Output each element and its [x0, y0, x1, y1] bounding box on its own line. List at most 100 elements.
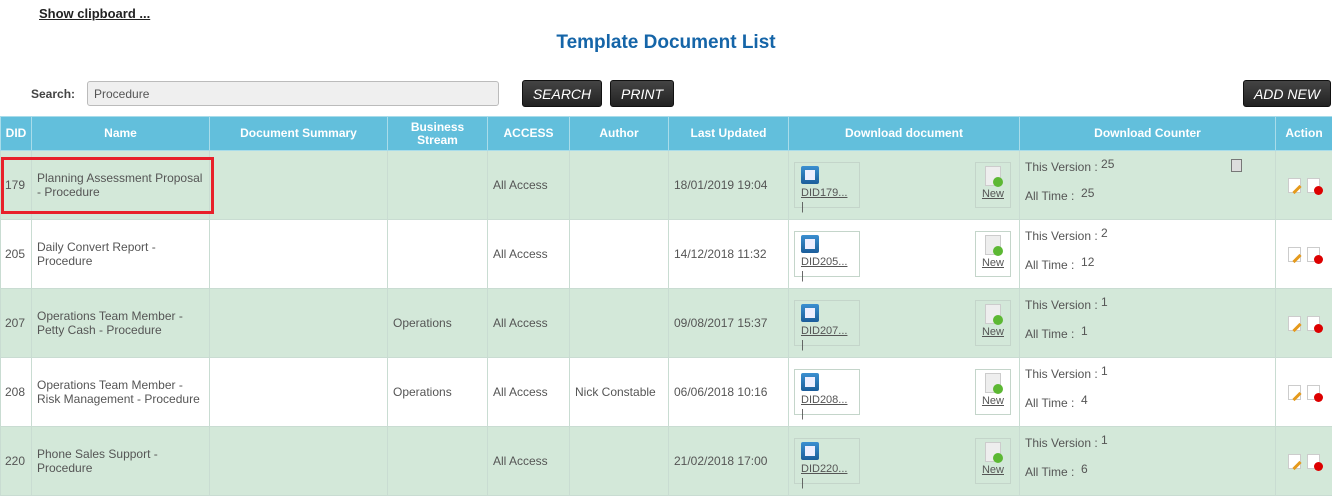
this-version-label: This Version :: [1025, 229, 1098, 243]
word-doc-icon: [801, 304, 819, 322]
this-version-count: 1: [1101, 433, 1108, 447]
did-cell: 179: [1, 151, 32, 220]
new-link[interactable]: New: [982, 326, 1004, 338]
all-time-label: All Time :: [1025, 258, 1074, 272]
show-clipboard-link[interactable]: Show clipboard ...: [39, 6, 150, 21]
download-link[interactable]: DID205... |: [801, 256, 847, 282]
new-version-button[interactable]: New: [975, 162, 1011, 208]
column-header[interactable]: Business Stream: [388, 117, 488, 151]
new-link[interactable]: New: [982, 257, 1004, 269]
delete-icon[interactable]: [1307, 454, 1320, 469]
stream-cell: [388, 427, 488, 496]
download-cell: DID205... | New: [789, 220, 1020, 289]
this-version-count: 2: [1101, 226, 1108, 240]
all-time-count: 1: [1081, 324, 1088, 338]
search-button[interactable]: SEARCH: [522, 80, 602, 107]
delete-icon[interactable]: [1307, 316, 1320, 331]
new-doc-icon: [985, 166, 1001, 186]
download-document[interactable]: DID179... |: [794, 162, 860, 208]
access-cell: All Access: [488, 220, 570, 289]
updated-cell: 06/06/2018 10:16: [669, 358, 789, 427]
new-doc-icon: [985, 304, 1001, 324]
column-header[interactable]: Download document: [789, 117, 1020, 151]
name-cell: Daily Convert Report - Procedure: [32, 220, 210, 289]
new-link[interactable]: New: [982, 464, 1004, 476]
edit-icon[interactable]: [1288, 454, 1301, 469]
table-row: 208 Operations Team Member - Risk Manage…: [1, 358, 1332, 427]
this-version-label: This Version :: [1025, 298, 1098, 312]
all-time-label: All Time :: [1025, 465, 1074, 479]
author-cell: [570, 289, 669, 358]
action-cell: [1276, 358, 1332, 427]
word-doc-icon: [801, 442, 819, 460]
all-time-label: All Time :: [1025, 189, 1074, 203]
column-header[interactable]: DID: [1, 117, 32, 151]
counter-cell: This Version : 1 All Time : 6: [1020, 427, 1276, 496]
delete-icon[interactable]: [1307, 385, 1320, 400]
download-document[interactable]: DID208... |: [794, 369, 860, 415]
column-header[interactable]: Name: [32, 117, 210, 151]
search-input[interactable]: [87, 81, 499, 106]
download-link[interactable]: DID208... |: [801, 394, 847, 420]
this-version-count: 25: [1101, 157, 1114, 171]
action-cell: [1276, 289, 1332, 358]
column-header[interactable]: Download Counter: [1020, 117, 1276, 151]
edit-icon[interactable]: [1288, 178, 1301, 193]
table-row: 220 Phone Sales Support - Procedure All …: [1, 427, 1332, 496]
all-time-count: 4: [1081, 393, 1088, 407]
did-cell: 208: [1, 358, 32, 427]
author-cell: [570, 427, 669, 496]
word-doc-icon: [801, 166, 819, 184]
stream-cell: Operations: [388, 358, 488, 427]
summary-cell: [210, 358, 388, 427]
all-time-label: All Time :: [1025, 327, 1074, 341]
new-version-button[interactable]: New: [975, 231, 1011, 277]
all-time-count: 25: [1081, 186, 1094, 200]
counter-cell: This Version : 25 All Time : 25: [1020, 151, 1276, 220]
table-row: 179 Planning Assessment Proposal - Proce…: [1, 151, 1332, 220]
action-cell: [1276, 220, 1332, 289]
download-link[interactable]: DID220... |: [801, 463, 847, 489]
delete-icon[interactable]: [1307, 247, 1320, 262]
did-cell: 205: [1, 220, 32, 289]
column-header[interactable]: Action: [1276, 117, 1332, 151]
column-header[interactable]: Author: [570, 117, 669, 151]
name-cell: Operations Team Member - Risk Management…: [32, 358, 210, 427]
summary-cell: [210, 427, 388, 496]
access-cell: All Access: [488, 358, 570, 427]
download-document[interactable]: DID205... |: [794, 231, 860, 277]
print-button[interactable]: PRINT: [610, 80, 674, 107]
download-link[interactable]: DID179... |: [801, 187, 847, 213]
download-link[interactable]: DID207... |: [801, 325, 847, 351]
this-version-count: 1: [1101, 364, 1108, 378]
download-document[interactable]: DID207... |: [794, 300, 860, 346]
access-cell: All Access: [488, 289, 570, 358]
updated-cell: 09/08/2017 15:37: [669, 289, 789, 358]
this-version-count: 1: [1101, 295, 1108, 309]
new-link[interactable]: New: [982, 188, 1004, 200]
print-counter-icon[interactable]: [1231, 159, 1242, 172]
counter-cell: This Version : 2 All Time : 12: [1020, 220, 1276, 289]
new-version-button[interactable]: New: [975, 369, 1011, 415]
edit-icon[interactable]: [1288, 247, 1301, 262]
delete-icon[interactable]: [1307, 178, 1320, 193]
new-version-button[interactable]: New: [975, 438, 1011, 484]
all-time-count: 6: [1081, 462, 1088, 476]
column-header[interactable]: Document Summary: [210, 117, 388, 151]
access-cell: All Access: [488, 151, 570, 220]
updated-cell: 21/02/2018 17:00: [669, 427, 789, 496]
edit-icon[interactable]: [1288, 385, 1301, 400]
summary-cell: [210, 289, 388, 358]
new-version-button[interactable]: New: [975, 300, 1011, 346]
new-link[interactable]: New: [982, 395, 1004, 407]
counter-cell: This Version : 1 All Time : 4: [1020, 358, 1276, 427]
add-new-button[interactable]: ADD NEW: [1243, 80, 1331, 107]
document-table: DIDNameDocument SummaryBusiness StreamAC…: [0, 116, 1332, 496]
download-document[interactable]: DID220... |: [794, 438, 860, 484]
stream-cell: Operations: [388, 289, 488, 358]
column-header[interactable]: Last Updated: [669, 117, 789, 151]
all-time-label: All Time :: [1025, 396, 1074, 410]
column-header[interactable]: ACCESS: [488, 117, 570, 151]
edit-icon[interactable]: [1288, 316, 1301, 331]
table-row: 205 Daily Convert Report - Procedure All…: [1, 220, 1332, 289]
